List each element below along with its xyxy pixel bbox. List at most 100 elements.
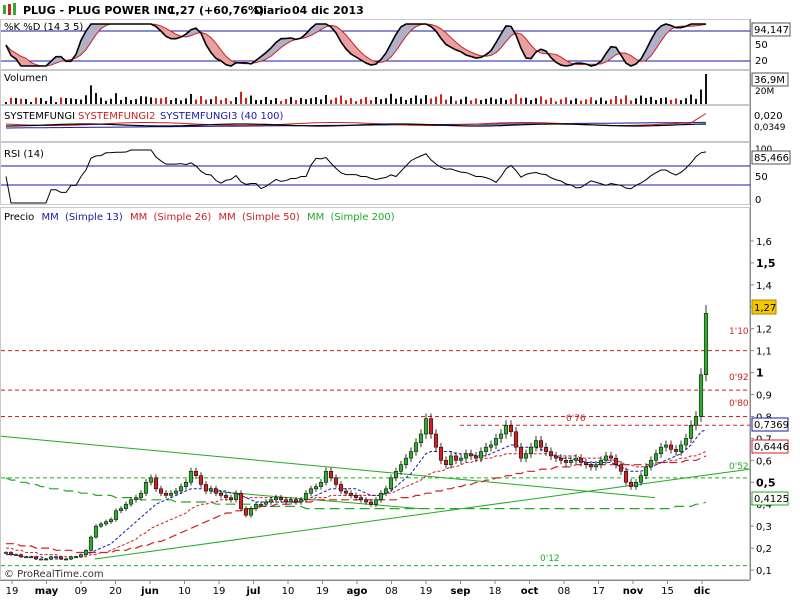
chart-canvas: PLUG - PLUG POWER INC. 1,27 (+60,76%) Di… <box>0 0 800 600</box>
volume-bar <box>475 98 477 104</box>
candle-body <box>528 446 534 454</box>
candle-body <box>488 444 494 448</box>
candle-body <box>308 488 314 494</box>
candle-body <box>193 471 199 476</box>
candle-body <box>393 471 399 479</box>
candle-body <box>633 482 639 487</box>
volume-bar <box>355 101 357 104</box>
candle-body <box>703 313 709 376</box>
price-y-tick-label: 0,6 <box>756 456 772 467</box>
candle-body <box>358 497 364 501</box>
volume-bar <box>470 100 472 104</box>
volume-bar <box>125 96 127 104</box>
candle-body <box>473 455 479 459</box>
volume-bar <box>210 99 212 104</box>
candle-body <box>673 449 679 452</box>
volume-bar <box>200 95 202 104</box>
candle-body <box>58 556 64 560</box>
price-y-tick-label: 1,4 <box>756 281 772 292</box>
volume-bar <box>335 97 337 104</box>
ma26-value: 0,6446 <box>754 442 789 453</box>
candle-body <box>258 503 264 506</box>
price-y-tick-label: 1,1 <box>756 347 772 358</box>
candle-body <box>158 488 164 494</box>
candle-body <box>123 503 129 509</box>
candle-body <box>553 455 559 459</box>
candle-body <box>418 433 424 444</box>
volume-bar <box>435 96 437 104</box>
volume-bar <box>215 96 217 104</box>
volume-bar <box>20 98 22 104</box>
volume-bar <box>705 74 707 104</box>
candle-body <box>228 497 234 501</box>
x-axis-label: 18 <box>489 586 502 597</box>
x-axis-label: ago <box>347 586 368 597</box>
x-axis-label: nov <box>623 586 644 597</box>
volume-bar <box>600 97 602 104</box>
volume-bar <box>130 100 132 104</box>
volume-bar <box>80 99 82 104</box>
candle-body <box>373 499 379 505</box>
volume-bar <box>50 96 52 104</box>
price-y-tick-label: 0,1 <box>756 566 772 577</box>
candle-body <box>153 477 159 490</box>
candle-body <box>233 492 239 501</box>
volume-label: Volumen <box>4 73 48 84</box>
volume-bar <box>185 98 187 104</box>
candle-body <box>363 499 369 503</box>
volume-bar <box>55 102 57 104</box>
price-y-tick-label: 1 <box>756 367 764 380</box>
candle-body <box>463 453 469 459</box>
candle-body <box>368 501 374 505</box>
candle-body <box>88 536 94 551</box>
x-axis-label: 08 <box>385 586 398 597</box>
candle-body <box>573 457 579 461</box>
candle-body <box>543 446 549 452</box>
header-ticker: PLUG - PLUG POWER INC. <box>23 4 179 17</box>
volume-bar <box>205 99 207 104</box>
volume-bar <box>105 100 107 104</box>
candle-body <box>273 497 279 501</box>
volume-bar <box>65 98 67 104</box>
volume-bar <box>5 102 7 104</box>
header-price: 1,27 (+60,76%) <box>168 4 264 17</box>
candle-body <box>423 418 429 435</box>
candle-body <box>208 488 214 492</box>
candle-body <box>173 490 179 494</box>
volume-bar <box>650 96 652 104</box>
stoch-tick-20: 20 <box>755 56 768 67</box>
x-axis-label: 10 <box>178 586 191 597</box>
volume-bar <box>290 97 292 104</box>
volume-bar <box>175 98 177 104</box>
price-y-tick-label: 0,5 <box>756 476 776 489</box>
rsi-tick-0: 0 <box>755 195 761 206</box>
candle-body <box>408 451 414 459</box>
volume-bar <box>110 98 112 104</box>
volume-bar <box>610 99 612 104</box>
candle-body <box>348 492 354 496</box>
volume-bar <box>190 94 192 104</box>
candle-body <box>183 482 189 487</box>
x-axis-label: dic <box>694 586 711 597</box>
header-date: 04 dic 2013 <box>292 4 364 17</box>
volume-bar <box>590 97 592 104</box>
x-axis-label: 19 <box>420 586 433 597</box>
volume-bar <box>260 100 262 104</box>
candle-body <box>593 464 599 468</box>
volume-bar <box>485 98 487 104</box>
candle-body <box>523 453 529 459</box>
price-label: Precio <box>4 212 34 223</box>
candle-body <box>638 475 644 483</box>
candle-body <box>558 457 564 461</box>
volume-bar <box>500 97 502 104</box>
level-label-080: 0'80 <box>729 399 749 409</box>
candle-body <box>253 503 259 509</box>
candle-body <box>448 455 454 465</box>
candle-body <box>458 457 464 461</box>
candle-body <box>533 440 539 448</box>
candle-body <box>623 471 629 483</box>
volume-bar <box>350 98 352 104</box>
price-panel-frame <box>0 207 750 580</box>
candle-body <box>178 486 184 492</box>
x-axis-label: 08 <box>558 586 571 597</box>
